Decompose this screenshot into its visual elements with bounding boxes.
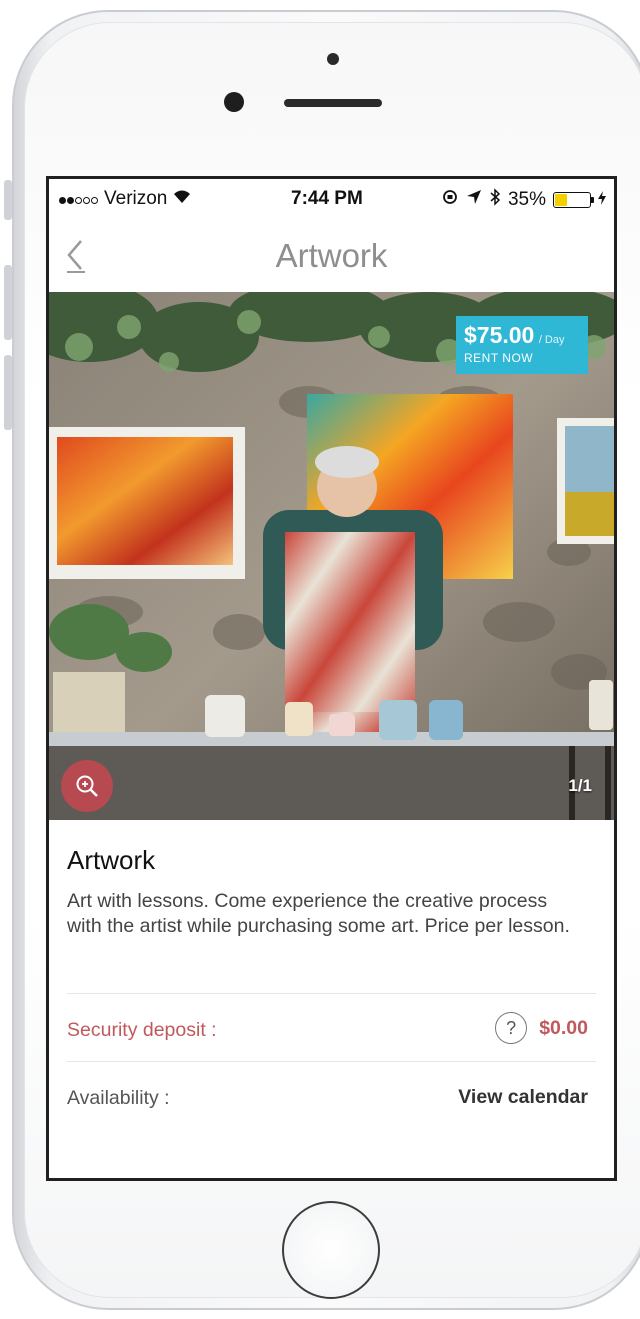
- status-time: 7:44 PM: [291, 188, 363, 209]
- security-deposit-value: $0.00: [539, 1016, 588, 1039]
- bluetooth-icon: [489, 188, 501, 212]
- front-camera: [224, 92, 244, 112]
- view-calendar-link[interactable]: View calendar: [458, 1086, 588, 1109]
- rent-now-label: RENT NOW: [464, 351, 534, 365]
- battery-icon: [553, 192, 594, 208]
- signal-strength-icon: [59, 188, 99, 210]
- home-button[interactable]: [282, 1201, 380, 1299]
- page-title: Artwork: [275, 237, 388, 274]
- mute-switch: [4, 180, 12, 220]
- help-icon[interactable]: ?: [495, 1012, 528, 1044]
- security-deposit-info: ? $0.00: [495, 1012, 588, 1044]
- zoom-in-icon: [76, 775, 98, 797]
- battery-percent: 35%: [507, 189, 546, 210]
- charging-bolt-icon: [598, 189, 606, 211]
- carrier-signal: Verizon: [59, 188, 192, 210]
- proximity-sensor: [327, 53, 339, 65]
- status-indicators: 35%: [441, 188, 606, 212]
- hero-image[interactable]: $75.00 / Day RENT NOW 1/1: [49, 292, 614, 820]
- price-amount: $75.00: [464, 322, 535, 348]
- earpiece-speaker: [284, 99, 382, 107]
- navigation-bar: Artwork: [49, 219, 614, 292]
- app-screen: Verizon 7:44 PM 35% Artwork $75.00 / Day…: [46, 176, 617, 1181]
- rent-now-badge[interactable]: $75.00 / Day RENT NOW: [456, 316, 588, 374]
- wifi-icon: [172, 188, 192, 210]
- orientation-lock-icon: [441, 188, 459, 212]
- zoom-button[interactable]: [61, 760, 113, 812]
- availability-label: Availability :: [67, 1087, 170, 1109]
- divider: [67, 1061, 596, 1062]
- divider: [67, 993, 596, 994]
- status-bar: Verizon 7:44 PM 35%: [49, 179, 614, 219]
- volume-up-button: [4, 265, 12, 340]
- security-deposit-label: Security deposit :: [67, 1019, 217, 1041]
- location-arrow-icon: [466, 189, 482, 211]
- item-title: Artwork: [67, 845, 156, 875]
- image-counter: 1/1: [568, 776, 592, 795]
- price-unit: / Day: [538, 334, 565, 346]
- item-description: Art with lessons. Come experience the cr…: [67, 890, 570, 937]
- volume-down-button: [4, 355, 12, 430]
- carrier-name: Verizon: [104, 188, 168, 209]
